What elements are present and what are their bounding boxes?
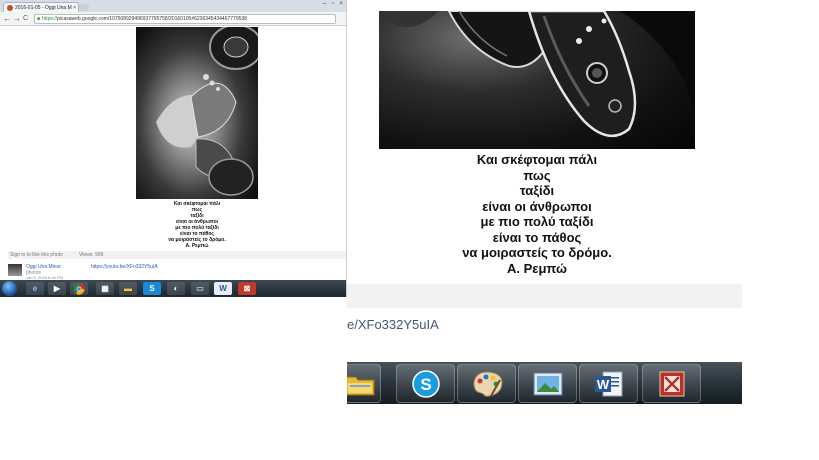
forward-arrow-icon[interactable]: →	[13, 13, 21, 24]
taskbar: e ▶ ▦ ▬ S ◐ ▭ W ⊠	[0, 280, 347, 297]
reload-icon[interactable]: C	[23, 13, 28, 24]
window-controls[interactable]: – ▫ ×	[323, 1, 345, 7]
photo-caption-zoomed: Και σκέφτομαι πάλι πως ταξίδι είναι οι ά…	[347, 152, 727, 276]
photo-viewer-icon	[533, 372, 562, 395]
butterfly-photo-zoomed[interactable]	[379, 11, 695, 149]
small-screenshot: 2016-01-05 - Oggi Una M × – ▫ × ← → C ■ h…	[0, 0, 347, 297]
caption-line: είναι οι άνθρωποι	[482, 198, 592, 214]
favicon-icon	[7, 4, 13, 11]
caption-line: πως	[523, 167, 551, 183]
paint-palette-icon	[472, 370, 503, 397]
browser-tab-bar: 2016-01-05 - Oggi Una M × – ▫ ×	[0, 0, 347, 13]
paint-taskbar-button[interactable]	[457, 364, 516, 403]
post-info: Oggi Una Minor photos Jan 5, 2016 6:46 P…	[8, 262, 346, 280]
views-count: Views: 999	[79, 252, 104, 258]
caption-line: Α. Ρεμπώ	[507, 260, 567, 276]
word-icon[interactable]: W	[214, 282, 232, 295]
caption-line: ταξίδι	[519, 183, 555, 198]
browser-toolbar: ← → C ■ https://picasaweb.google.com/1075…	[0, 12, 347, 26]
caption-line: είναι το πάθος	[492, 229, 582, 245]
new-tab-button[interactable]	[79, 4, 89, 11]
tab-title: 2016-01-05 - Oggi Una M	[15, 5, 72, 11]
taskbar-zoomed: S W	[347, 362, 742, 404]
sign-in-link[interactable]: Sign in to like this photo	[10, 252, 63, 258]
back-arrow-icon[interactable]: ←	[3, 13, 11, 24]
zoomed-screenshot: Και σκέφτομαι πάλι πως ταξίδι είναι οι ά…	[347, 0, 742, 404]
access-taskbar-button[interactable]	[642, 364, 701, 403]
address-bar[interactable]: ■ https://picasaweb.google.com/1075089294…	[34, 14, 336, 24]
caption-line: να μοιραστείς το δρόμο.	[462, 245, 612, 260]
word-icon-letter: W	[219, 284, 227, 293]
access-icon	[659, 371, 684, 396]
folder-taskbar-button[interactable]	[347, 364, 381, 403]
access-icon[interactable]: ⊠	[238, 282, 256, 295]
word-taskbar-button[interactable]: W	[579, 364, 638, 403]
avatar[interactable]	[8, 264, 22, 276]
butterfly-illustration	[156, 24, 263, 196]
butterfly-photo[interactable]	[136, 24, 263, 199]
caption-line: με πιο πολύ ταξίδι	[480, 214, 594, 229]
paint-icon[interactable]: ◐	[167, 282, 185, 295]
word-icon-letter: W	[596, 377, 609, 392]
start-button[interactable]	[2, 281, 17, 296]
skype-taskbar-button[interactable]: S	[396, 364, 455, 403]
video-link-zoomed[interactable]: e/XFo332Y5uIA	[347, 317, 439, 332]
folder-icon	[347, 376, 375, 395]
photo-caption: Και σκέφτομαι πάλι πως ταξίδι είναι οι ά…	[136, 201, 258, 249]
folder-icon[interactable]: ▬	[119, 282, 137, 295]
caption-line: Και σκέφτομαι πάλι	[476, 152, 598, 167]
skype-icon: S	[411, 369, 440, 398]
media-player-icon[interactable]: ▶	[48, 282, 66, 295]
butterfly-wing-illustration	[379, 11, 695, 149]
photo-viewer-icon[interactable]: ▭	[191, 282, 209, 295]
chrome-icon[interactable]	[70, 282, 88, 295]
photo-viewer-taskbar-button[interactable]	[518, 364, 577, 403]
word-icon: W	[594, 371, 622, 396]
ie-icon[interactable]: e	[26, 282, 44, 295]
url-scheme: https://	[42, 16, 58, 22]
like-bar: Sign in to like this photo Views: 999	[8, 251, 346, 259]
svg-text:S: S	[420, 375, 431, 394]
calculator-icon[interactable]: ▦	[96, 282, 114, 295]
video-link[interactable]: https://youtu.be/XFo332Y5uIA	[91, 264, 158, 270]
like-bar-zoomed	[347, 284, 742, 308]
skype-icon[interactable]: S	[143, 282, 161, 295]
lock-icon: ■	[37, 16, 41, 22]
url-text: picasaweb.google.com/1075089294969377957…	[57, 16, 247, 22]
caption-line: Α. Ρεμπώ	[185, 243, 209, 249]
